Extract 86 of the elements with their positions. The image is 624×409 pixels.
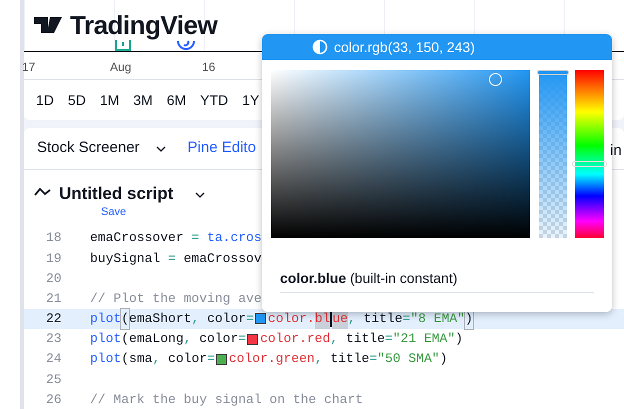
code-token: color — [168, 350, 208, 368]
code-token: = — [207, 350, 215, 368]
color-swatch[interactable] — [247, 334, 258, 345]
code-token: plot — [90, 350, 122, 368]
code-token: = — [246, 310, 254, 328]
range-button[interactable]: 3M — [133, 90, 153, 110]
range-button[interactable]: 1M — [100, 90, 120, 110]
code-token: color.green — [228, 350, 315, 368]
color-gradient-area[interactable] — [271, 70, 530, 238]
code-token: , — [191, 310, 200, 328]
code-token: plot — [90, 310, 122, 328]
logo-icon — [34, 15, 64, 35]
save-link[interactable]: Save — [101, 206, 174, 218]
line-number: 22 — [45, 310, 63, 328]
range-button[interactable]: 5D — [68, 90, 86, 110]
code-token: "8 EMA" — [410, 310, 465, 328]
code-token: , — [314, 350, 324, 368]
code-token: emaCrossov — [182, 250, 262, 268]
code-token: emaShort — [129, 310, 192, 328]
code-token: color. — [268, 310, 315, 328]
code-token: ( — [121, 309, 130, 329]
code-token: ( — [121, 330, 130, 348]
code-token: ( — [121, 350, 130, 368]
code-token: , — [348, 310, 357, 328]
code-token: plot — [90, 330, 122, 348]
code-token: "50 SMA" — [377, 350, 440, 368]
code-token: ) — [440, 350, 448, 368]
code-token: = — [238, 330, 246, 348]
color-swatch[interactable] — [254, 313, 266, 324]
screener-dropdown[interactable]: Stock Screener — [37, 137, 166, 160]
script-title: Untitled script — [59, 183, 174, 205]
color-swatch[interactable] — [216, 354, 227, 365]
code-token: , — [330, 330, 340, 348]
line-number: 18 — [45, 229, 63, 248]
code-token: = — [168, 250, 176, 268]
line-number: 25 — [45, 370, 63, 389]
code-token: "21 EMA" — [392, 330, 456, 348]
circle-marker-icon — [176, 40, 196, 50]
range-button[interactable]: 1D — [36, 90, 54, 110]
code-token: title — [330, 350, 370, 368]
code-token: // Mark the buy signal on the chart — [90, 390, 364, 409]
slider-handle[interactable] — [537, 70, 569, 75]
chevron-down-icon[interactable] — [195, 192, 206, 198]
slider-handle[interactable] — [572, 160, 607, 167]
date-label: Aug — [110, 59, 132, 76]
range-button[interactable]: 6M — [166, 90, 186, 110]
line-number: 24 — [45, 350, 63, 368]
code-token: = — [402, 310, 410, 328]
date-label: 17 — [22, 59, 36, 76]
opacity-slider[interactable] — [539, 70, 567, 238]
code-token: ta.cros — [206, 229, 262, 248]
code-token: color — [199, 330, 238, 348]
code-token: sma — [129, 350, 152, 368]
logo-text: TradingView — [70, 12, 218, 38]
code-token: color — [207, 310, 246, 328]
range-button[interactable]: YTD — [200, 90, 228, 110]
pine-editor-tab[interactable]: Pine Edito — [188, 137, 256, 160]
code-token: emaCrossover — [90, 229, 185, 248]
line-number: 23 — [45, 330, 63, 348]
line-number: 26 — [45, 390, 63, 409]
line-number: 20 — [45, 270, 63, 288]
range-button[interactable]: 1Y — [242, 90, 260, 110]
code-token: , — [184, 330, 192, 348]
line-number: 21 — [45, 290, 63, 308]
popup-title: color.rgb(33, 150, 243) — [334, 38, 475, 57]
code-token: buySignal — [90, 250, 162, 268]
code-token: = — [369, 350, 378, 368]
contrast-icon — [312, 39, 328, 55]
cut-text: in — [610, 142, 622, 159]
code-token: ) — [455, 330, 463, 348]
code-token: title — [346, 330, 385, 348]
code-token: = — [384, 330, 393, 348]
code-token: title — [364, 310, 403, 328]
constant-description: color.blue (built-in constant) — [280, 269, 458, 288]
date-label: 16 — [202, 59, 216, 76]
picker-handle[interactable] — [489, 73, 502, 86]
code-token: emaLong — [129, 330, 184, 348]
code-token: = — [191, 229, 200, 248]
line-number: 19 — [45, 250, 63, 268]
chevron-down-icon — [156, 146, 166, 152]
hue-slider[interactable] — [575, 70, 604, 238]
code-token: // Plot the moving ave — [90, 290, 262, 308]
code-token: color.red — [260, 330, 330, 348]
bracket-marker-icon — [114, 40, 132, 51]
code-token: ) — [464, 309, 473, 329]
code-token: , — [152, 350, 162, 368]
